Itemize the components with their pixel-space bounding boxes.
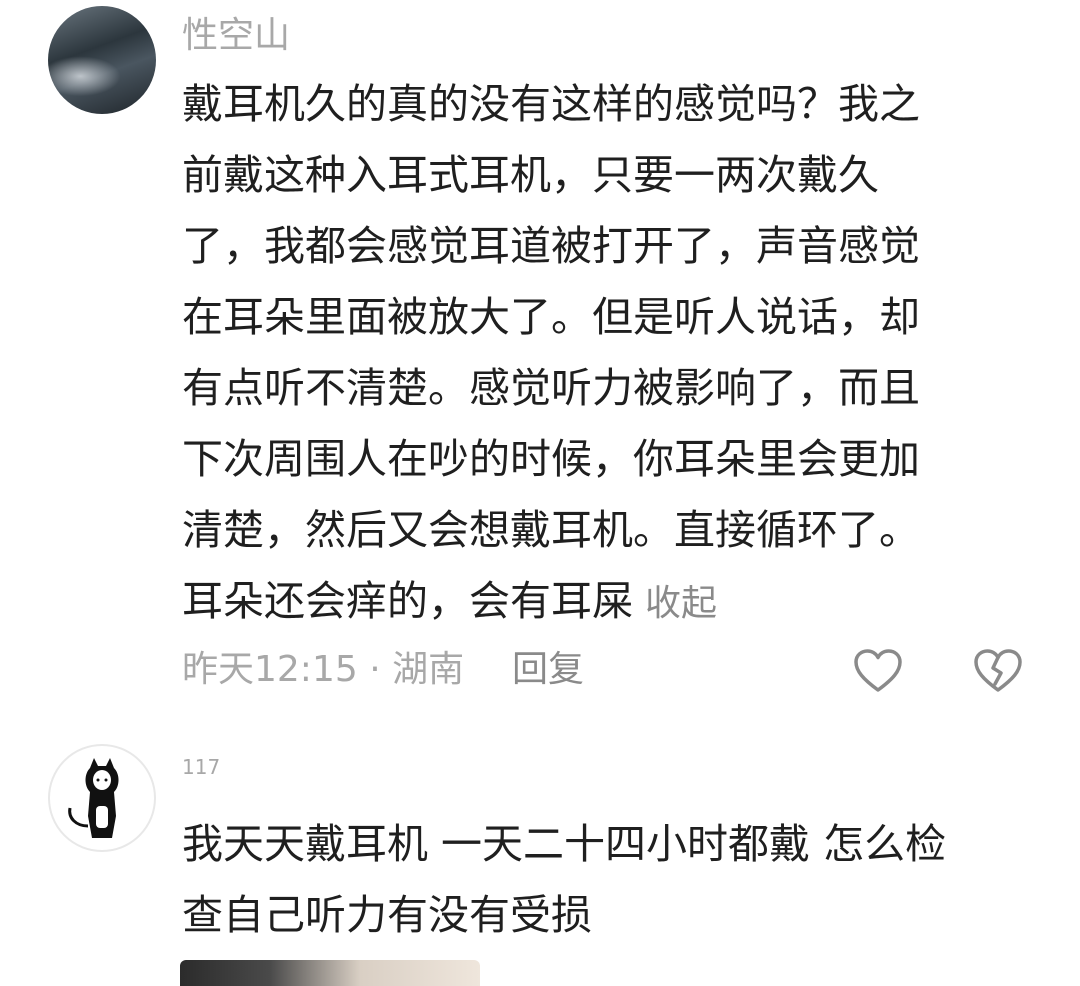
- comment-line: 查自己听力有没有受损: [182, 891, 592, 939]
- comment-line: 我天天戴耳机 一天二十四小时都戴 怎么检: [182, 820, 947, 868]
- comment-line: 前戴这种入耳式耳机，只要一两次戴久: [182, 151, 879, 199]
- comment-line: 耳朵还会痒的，会有耳屎: [182, 577, 633, 625]
- comment-item: 性空山 戴耳机久的真的没有这样的感觉吗？我之 前戴这种入耳式耳机，只要一两次戴久…: [0, 0, 1080, 720]
- comment-item: 117 我天天戴耳机 一天二十四小时都戴 怎么检 查自己听力有没有受损: [0, 740, 1080, 986]
- username[interactable]: 性空山: [182, 14, 290, 58]
- comment-meta: 昨天12:15 · 湖南: [182, 649, 465, 690]
- comment-line-last: 耳朵还会痒的，会有耳屎 收起: [182, 566, 1012, 639]
- comment-line: 了，我都会感觉耳道被打开了，声音感觉: [182, 222, 920, 270]
- comment-line: 戴耳机久的真的没有这样的感觉吗？我之: [182, 80, 920, 128]
- comment-line: 在耳朵里面被放大了。但是听人说话，却: [182, 293, 920, 341]
- broken-heart-icon[interactable]: [973, 648, 1023, 694]
- comment-line: 下次周围人在吵的时候，你耳朵里会更加: [182, 435, 920, 483]
- collapse-link[interactable]: 收起: [645, 583, 717, 624]
- avatar[interactable]: [48, 744, 156, 852]
- comment-text: 我天天戴耳机 一天二十四小时都戴 怎么检 查自己听力有没有受损: [182, 809, 1012, 951]
- reply-button[interactable]: 回复: [512, 648, 584, 692]
- comment-image[interactable]: [180, 960, 480, 986]
- comment-line: 清楚，然后又会想戴耳机。直接循环了。: [182, 506, 920, 554]
- comment-text: 戴耳机久的真的没有这样的感觉吗？我之 前戴这种入耳式耳机，只要一两次戴久 了，我…: [182, 69, 1012, 639]
- heart-outline-icon[interactable]: [853, 648, 903, 694]
- username[interactable]: 117: [182, 755, 220, 779]
- avatar[interactable]: [48, 6, 156, 114]
- comment-line: 有点听不清楚。感觉听力被影响了，而且: [182, 364, 920, 412]
